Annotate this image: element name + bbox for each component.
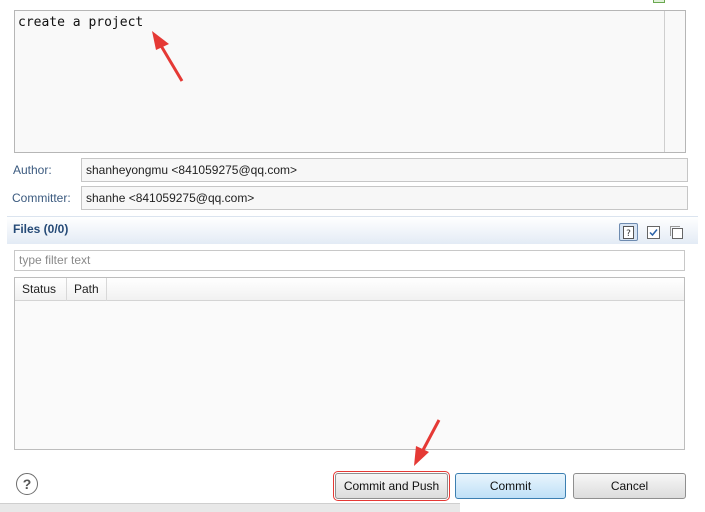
annotation-arrows	[152, 31, 441, 466]
arrow-to-commit-push	[414, 419, 441, 466]
arrow-to-message	[152, 31, 184, 82]
